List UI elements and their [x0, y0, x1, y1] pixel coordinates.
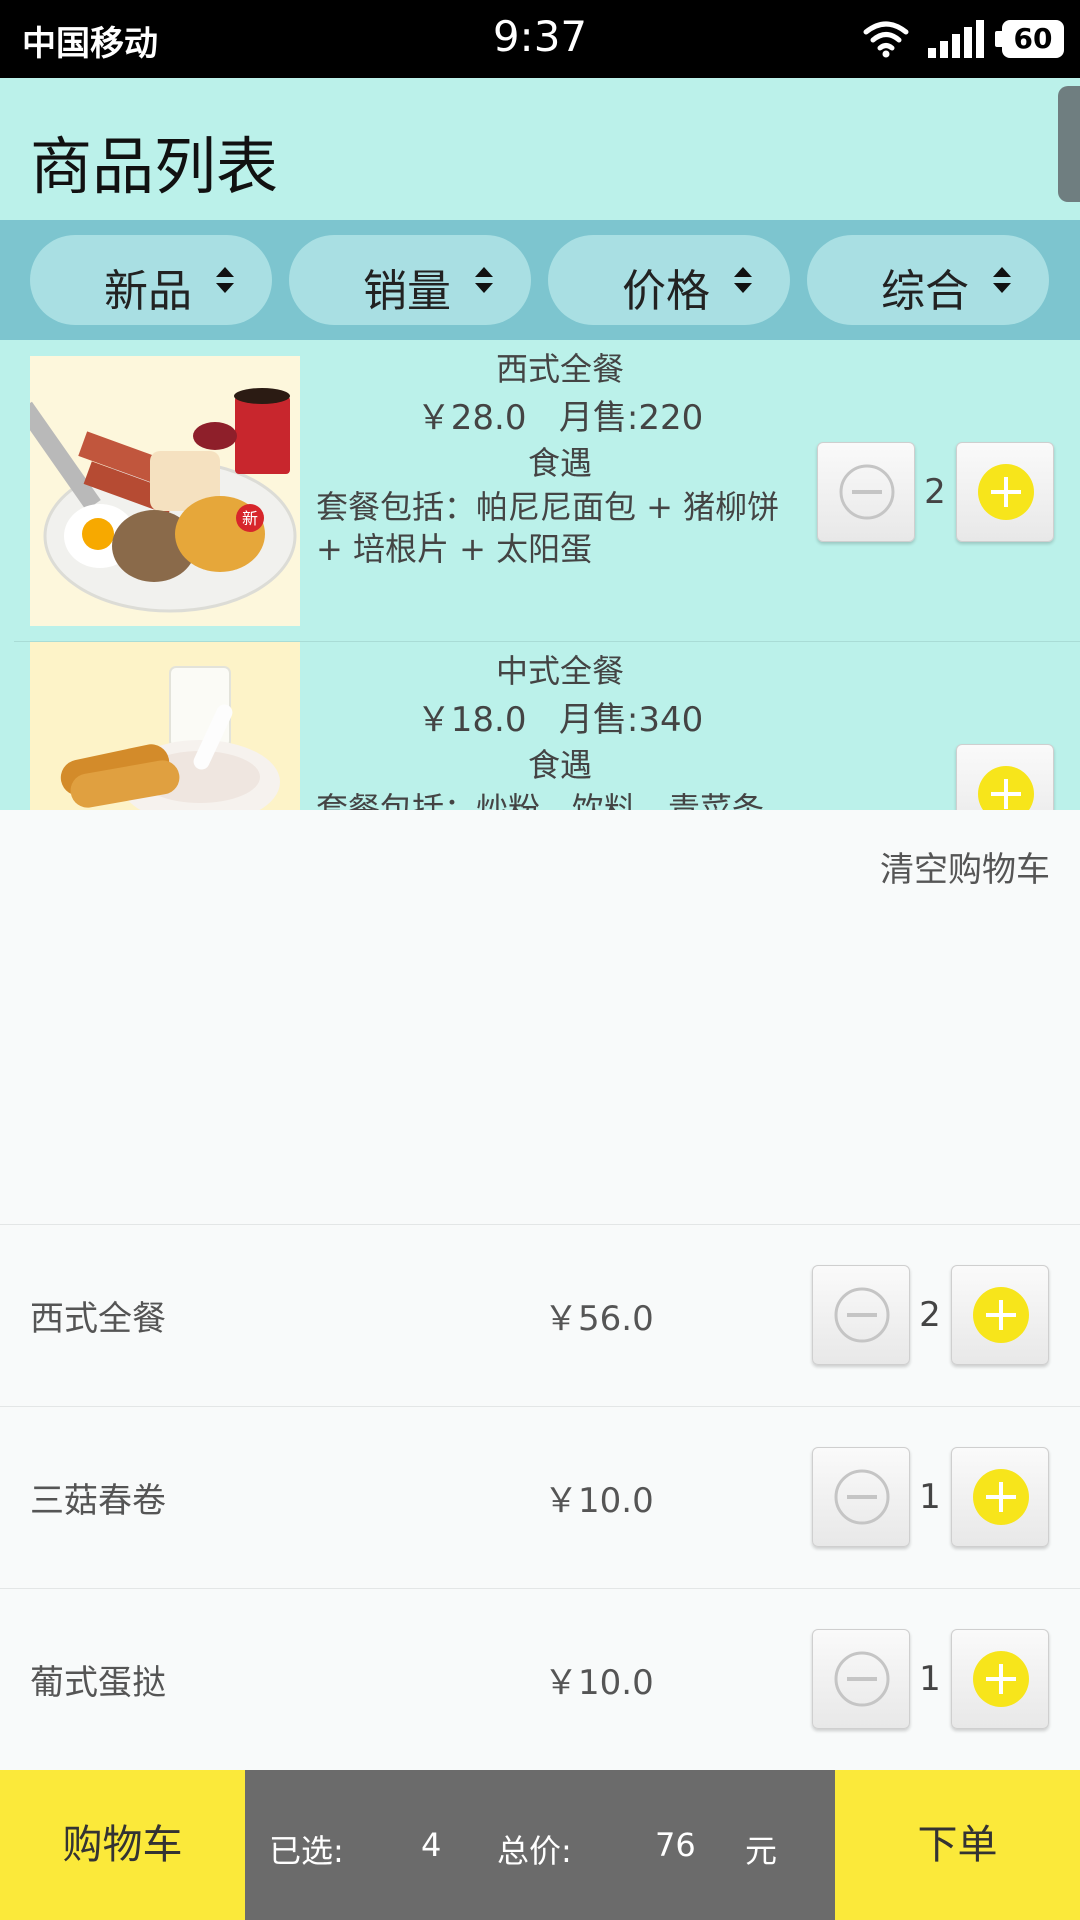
decrease-quantity-button[interactable]	[812, 1265, 910, 1365]
clock: 9:37	[492, 12, 588, 61]
cart-item-quantity: 1	[919, 1477, 941, 1517]
sort-overall-button[interactable]: 综合	[807, 235, 1049, 325]
order-summary: 已选: 4 总价: 76 元	[245, 1770, 835, 1920]
place-order-button[interactable]: 下单	[835, 1770, 1080, 1920]
product-monthly-sales: 月售:340	[558, 700, 704, 740]
product-monthly-sales: 月售:220	[558, 398, 704, 438]
sort-new-button[interactable]: 新品	[30, 235, 272, 325]
svg-text:新: 新	[242, 509, 258, 528]
sort-sales-button[interactable]: 销量	[289, 235, 531, 325]
selected-label: 已选:	[269, 1832, 344, 1870]
sort-label: 综合	[881, 266, 969, 317]
selected-count: 4	[421, 1826, 442, 1864]
cart-row: 西式全餐 ￥56.0 2	[0, 1224, 1080, 1406]
sort-label: 销量	[363, 266, 451, 317]
sort-arrows-icon	[216, 267, 234, 293]
minus-circle-icon	[834, 1287, 890, 1343]
cart-item-price: ￥10.0	[544, 1663, 654, 1703]
cart-item-price: ￥10.0	[544, 1481, 654, 1521]
chinese-breakfast-image	[30, 642, 300, 810]
minus-circle-icon	[834, 1469, 890, 1525]
product-price: ￥18.0	[416, 700, 527, 740]
product-price-sales: ￥18.0 月售:340	[310, 692, 810, 741]
cart-item-name: 西式全餐	[30, 1299, 166, 1339]
total-label: 总价:	[497, 1832, 572, 1870]
page-title: 商品列表	[30, 130, 279, 203]
cart-item-price: ￥56.0	[544, 1299, 654, 1339]
side-drawer-handle[interactable]	[1058, 86, 1080, 202]
clear-cart-button[interactable]: 清空购物车	[880, 842, 1050, 891]
sort-label: 价格	[622, 266, 710, 317]
cart-panel: 清空购物车 西式全餐 ￥56.0 2 三菇春卷 ￥10.0 1 葡式蛋挞 ￥10…	[0, 810, 1080, 1770]
increase-quantity-button[interactable]	[956, 744, 1054, 810]
signal-icon	[928, 20, 984, 58]
plus-circle-icon	[978, 464, 1034, 520]
minus-circle-icon	[839, 464, 895, 520]
western-breakfast-image: 新	[30, 356, 300, 626]
product-shop: 食遇	[527, 444, 592, 482]
product-list[interactable]: 新 西式全餐 ￥28.0 月售:220 食遇 套餐包括：帕尼尼面包 + 猪柳饼 …	[0, 340, 1080, 810]
increase-quantity-button[interactable]	[956, 442, 1054, 542]
plus-circle-icon	[973, 1651, 1029, 1707]
product-item[interactable]: 新 西式全餐 ￥28.0 月售:220 食遇 套餐包括：帕尼尼面包 + 猪柳饼 …	[0, 340, 1080, 642]
product-name: 西式全餐	[495, 350, 624, 388]
currency-label: 元	[745, 1832, 778, 1870]
wifi-icon	[863, 21, 909, 58]
minus-circle-icon	[834, 1651, 890, 1707]
cart-item-quantity: 2	[919, 1295, 941, 1335]
product-name: 中式全餐	[495, 652, 624, 690]
decrease-quantity-button[interactable]	[817, 442, 915, 542]
increase-quantity-button[interactable]	[951, 1629, 1049, 1729]
battery-icon: 60	[995, 20, 1064, 58]
cart-item-name: 葡式蛋挞	[30, 1663, 166, 1703]
title-bar: 商品列表	[0, 78, 1080, 220]
plus-circle-icon	[978, 766, 1034, 810]
cart-item-quantity: 1	[919, 1659, 941, 1699]
total-value: 76	[655, 1826, 696, 1864]
cart-button[interactable]: 购物车	[0, 1770, 245, 1920]
increase-quantity-button[interactable]	[951, 1447, 1049, 1547]
decrease-quantity-button[interactable]	[812, 1447, 910, 1547]
product-price: ￥28.0	[416, 398, 527, 438]
decrease-quantity-button[interactable]	[812, 1629, 910, 1729]
product-description: 套餐包括：帕尼尼面包 + 猪柳饼 + 培根片 + 太阳蛋	[316, 488, 780, 568]
bottom-bar: 购物车 已选: 4 总价: 76 元 下单	[0, 1770, 1080, 1920]
sort-arrows-icon	[475, 267, 493, 293]
cart-row: 葡式蛋挞 ￥10.0 1	[0, 1588, 1080, 1770]
sort-label: 新品	[104, 266, 192, 317]
sort-bar: 新品 销量 价格 综合	[0, 220, 1080, 340]
product-item[interactable]: 中式全餐 ￥18.0 月售:340 食遇 套餐包括：炒粉，饮料，青菜条	[0, 642, 1080, 810]
product-price-sales: ￥28.0 月售:220	[310, 390, 810, 439]
status-bar: 中国移动 9:37 60	[0, 0, 1080, 78]
increase-quantity-button[interactable]	[951, 1265, 1049, 1365]
cart-row: 三菇春卷 ￥10.0 1	[0, 1406, 1080, 1588]
plus-circle-icon	[973, 1469, 1029, 1525]
product-quantity: 2	[924, 472, 946, 512]
product-shop: 食遇	[527, 746, 592, 784]
cart-item-name: 三菇春卷	[30, 1481, 166, 1521]
plus-circle-icon	[973, 1287, 1029, 1343]
sort-price-button[interactable]: 价格	[548, 235, 790, 325]
sort-arrows-icon	[993, 267, 1011, 293]
sort-arrows-icon	[734, 267, 752, 293]
product-description: 套餐包括：炒粉，饮料，青菜条	[316, 790, 765, 810]
